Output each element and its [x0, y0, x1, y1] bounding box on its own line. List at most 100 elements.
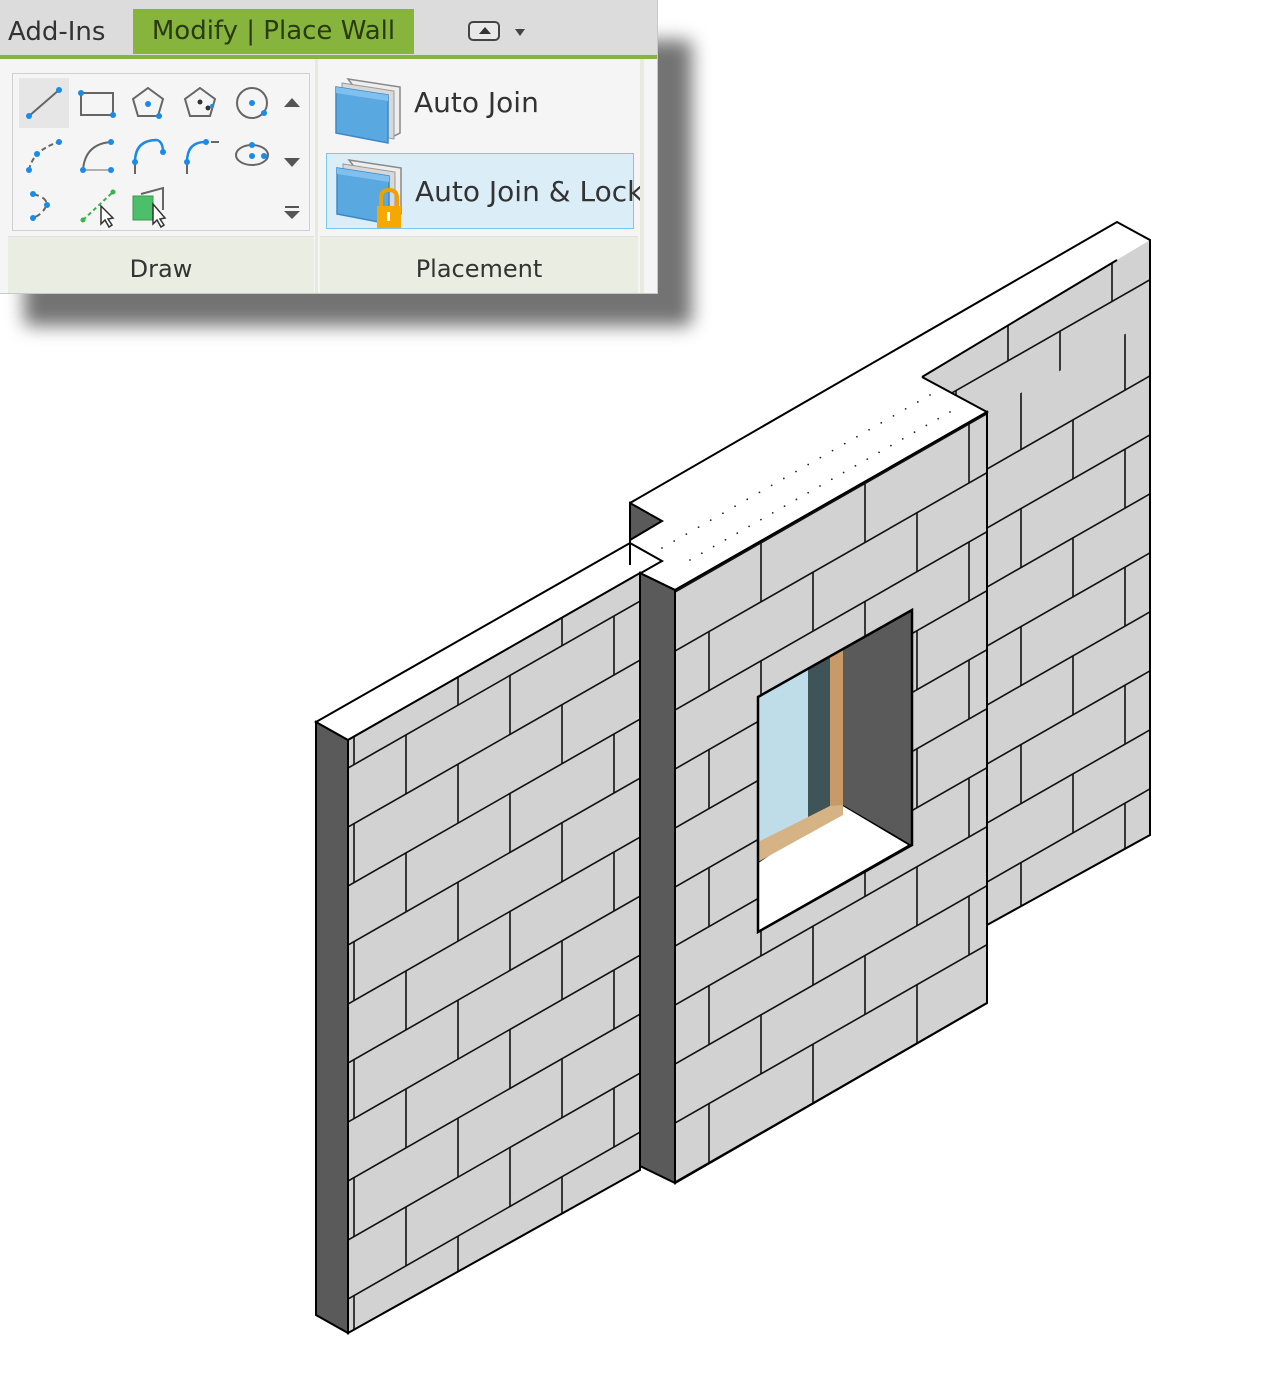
inscribed-polygon-icon — [131, 86, 165, 119]
center-ends-arc-tool-button[interactable] — [71, 130, 121, 180]
window-reveal-right — [843, 610, 912, 845]
core-dot — [830, 478, 833, 481]
partial-ellipse-tool-button[interactable] — [19, 180, 69, 230]
core-dot — [949, 411, 951, 413]
brick-bed-joint — [987, 22, 1150, 115]
rectangle-tool-button[interactable] — [71, 78, 121, 128]
expand-gallery-icon — [284, 206, 300, 219]
core-dot — [782, 477, 785, 480]
core-dot — [673, 540, 676, 542]
circumscribed-polygon-icon — [183, 86, 217, 117]
tangent-end-arc-tool-button[interactable] — [123, 130, 173, 180]
core-dot — [937, 417, 940, 420]
core-dot — [868, 428, 870, 431]
circle-tool-button[interactable] — [227, 78, 277, 128]
brick-bed-joint — [987, 140, 1150, 233]
core-dot — [722, 512, 724, 515]
core-dot — [856, 435, 858, 438]
draw-tools-gallery — [12, 73, 310, 231]
core-dot — [916, 401, 919, 403]
draw-panel-label-bar[interactable]: Draw — [8, 236, 314, 293]
line-tool-button[interactable] — [19, 78, 69, 128]
pick-faces-tool-button[interactable] — [123, 180, 173, 230]
core-dot — [901, 438, 904, 440]
core-dot — [712, 545, 715, 548]
core-dot — [700, 552, 703, 555]
core-dot — [748, 525, 750, 528]
core-dot — [807, 463, 810, 466]
core-dot — [734, 505, 736, 508]
window-frame-inner — [808, 656, 830, 818]
core-dot — [904, 408, 907, 410]
ribbon-options-dropdown-icon[interactable] — [515, 29, 525, 36]
core-dot — [843, 442, 846, 445]
auto-join-lock-button[interactable]: Auto Join & Lock — [326, 153, 643, 229]
start-end-radius-arc-icon — [26, 139, 62, 173]
auto-join-lock-label: Auto Join & Lock — [415, 175, 644, 208]
core-dot — [890, 444, 892, 447]
pick-lines-icon — [80, 189, 116, 229]
middle-wall-side — [639, 571, 676, 1185]
tab-modify-place-wall[interactable]: Modify | Place Wall — [133, 9, 414, 54]
panel-divider — [315, 59, 318, 293]
line-icon — [26, 87, 62, 119]
core-dot — [913, 431, 916, 434]
core-dot — [770, 484, 773, 487]
core-dot — [880, 421, 883, 424]
core-dot — [892, 414, 895, 417]
core-dot — [709, 519, 712, 522]
core-dot — [795, 498, 798, 501]
core-dot — [819, 456, 822, 459]
center-ends-arc-icon — [80, 139, 114, 173]
inscribed-polygon-tool-button[interactable] — [123, 78, 173, 128]
left-wall-side — [315, 720, 349, 1335]
brick-bed-joint — [348, 306, 640, 473]
chevron-up-icon — [284, 98, 300, 107]
placement-panel-label-bar[interactable]: Placement — [320, 236, 638, 293]
fillet-arc-tool-button[interactable] — [175, 130, 225, 180]
brick-bed-joint — [922, 103, 1150, 233]
core-dot — [854, 464, 857, 467]
circle-icon — [236, 87, 268, 119]
core-dot — [783, 505, 786, 508]
auto-join-lock-icon — [336, 158, 402, 228]
ribbon-tab-bar: Add-Ins Modify | Place Wall — [0, 0, 657, 59]
ellipse-icon — [235, 142, 269, 166]
core-dot — [925, 424, 928, 427]
ellipse-tool-button[interactable] — [227, 130, 277, 180]
core-dot — [736, 532, 739, 534]
window-frame — [830, 648, 843, 812]
minimize-ribbon-icon — [468, 21, 500, 41]
circumscribed-polygon-tool-button[interactable] — [175, 78, 225, 128]
core-dot — [807, 491, 810, 494]
core-dot — [842, 471, 845, 474]
auto-join-label: Auto Join — [414, 86, 539, 119]
panel-divider — [640, 59, 644, 293]
core-dot — [866, 458, 869, 460]
core-dot — [795, 470, 797, 473]
core-dot — [929, 394, 931, 396]
core-dot — [746, 498, 749, 501]
tangent-end-arc-icon — [132, 138, 166, 174]
brick-bed-joint — [675, 119, 987, 297]
auto-join-button[interactable]: Auto Join — [326, 65, 634, 144]
pick-faces-icon — [132, 186, 167, 229]
placement-panel-label: Placement — [415, 255, 543, 283]
core-dot — [724, 538, 727, 541]
gallery-expand-button[interactable] — [281, 202, 303, 224]
minimize-ribbon-button[interactable] — [468, 21, 506, 45]
pick-lines-tool-button[interactable] — [71, 180, 121, 230]
core-dot — [771, 512, 774, 514]
start-end-radius-arc-tool-button[interactable] — [19, 130, 69, 180]
gallery-scroll-down-button[interactable] — [281, 151, 303, 173]
core-dot — [697, 526, 700, 529]
tab-add-ins[interactable]: Add-Ins — [0, 10, 113, 55]
core-dot — [819, 485, 821, 487]
core-dot — [760, 518, 762, 521]
brick-bed-joint — [987, 906, 1150, 925]
core-dot — [831, 449, 834, 452]
partial-ellipse-icon — [30, 191, 50, 221]
ribbon: Add-Ins Modify | Place Wall Draw Auto Jo… — [0, 0, 658, 294]
gallery-scroll-up-button[interactable] — [281, 92, 303, 114]
core-dot — [685, 533, 688, 535]
